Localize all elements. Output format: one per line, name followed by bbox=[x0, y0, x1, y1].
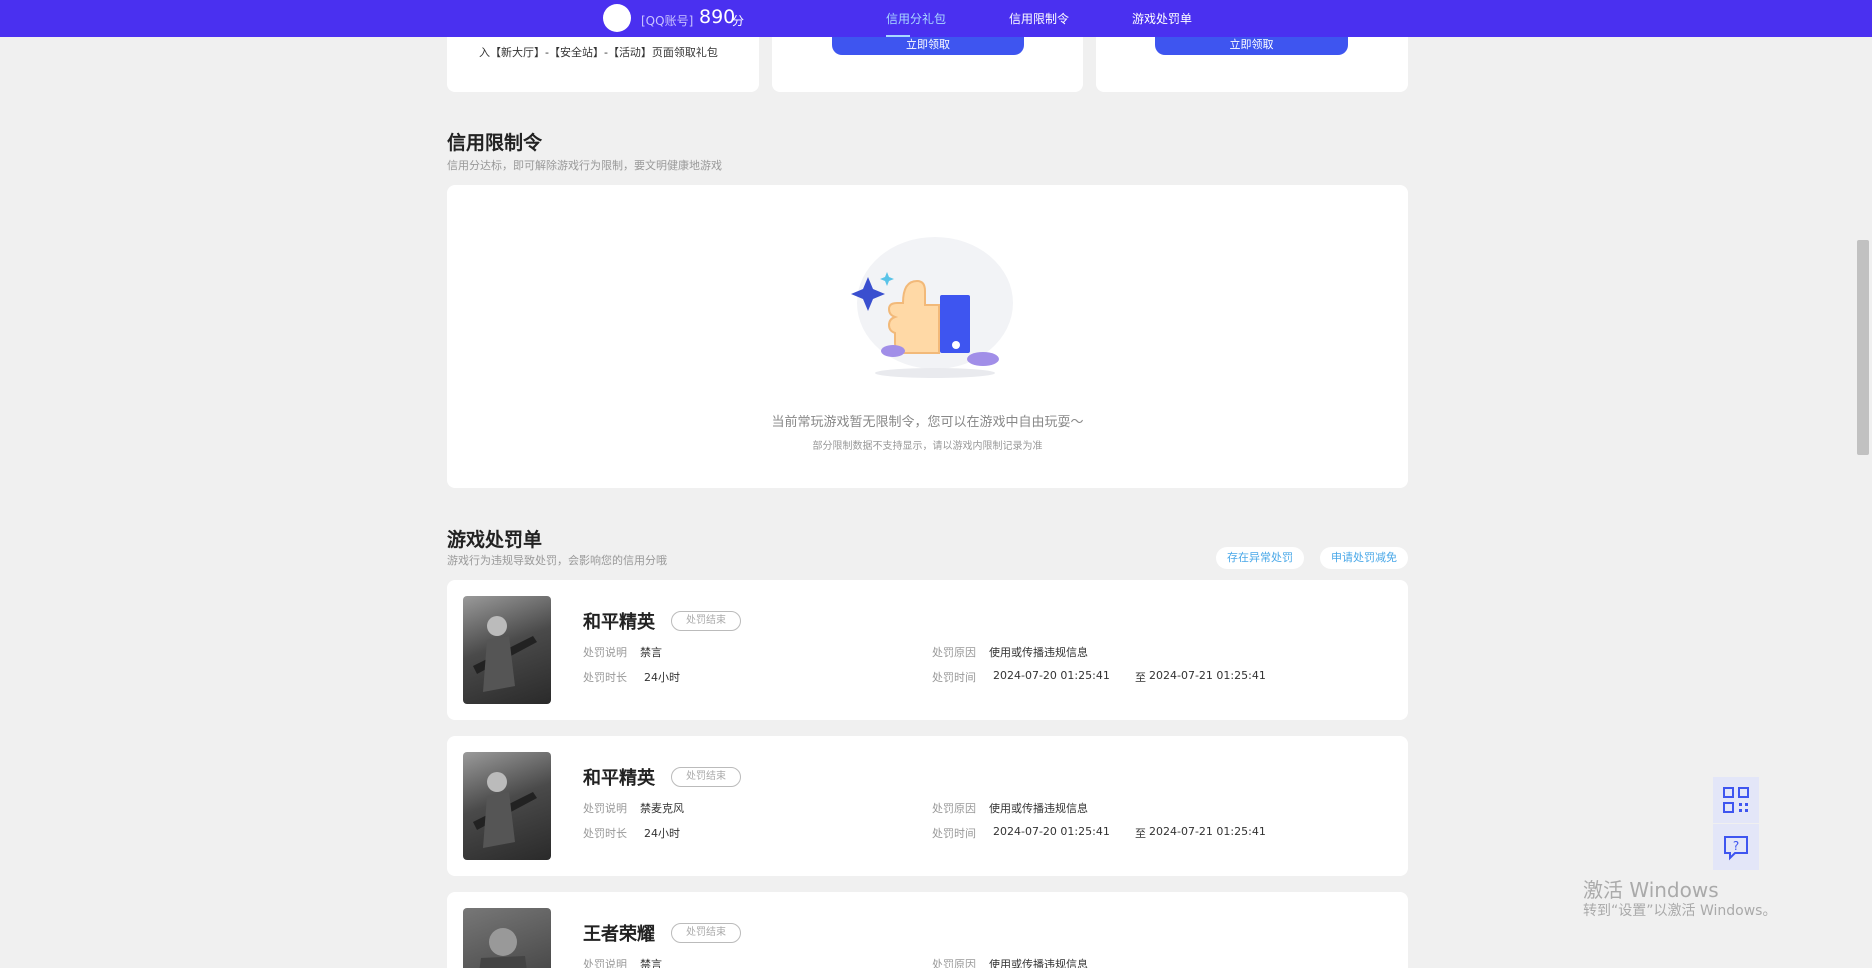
page-scrollbar[interactable] bbox=[1854, 0, 1872, 968]
abnormal-penalty-button[interactable]: 存在异常处罚 bbox=[1216, 547, 1304, 569]
restriction-subtitle: 信用分达标，即可解除游戏行为限制，要文明健康地游戏 bbox=[447, 159, 722, 172]
gift-card-1 bbox=[447, 28, 759, 92]
help-chat-icon: ? bbox=[1724, 836, 1748, 861]
tab-active-indicator bbox=[886, 35, 910, 37]
account-label: [QQ账号] bbox=[641, 14, 694, 28]
user-avatar[interactable] bbox=[603, 4, 631, 32]
duration-value: 24小时 bbox=[644, 827, 680, 840]
penalty-item[interactable]: 和平精英 处罚结束 处罚说明 禁言 处罚时长 24小时 处罚原因 使用或传播违规… bbox=[447, 580, 1408, 720]
reason-label: 处罚原因 bbox=[932, 958, 976, 968]
reason-value: 使用或传播违规信息 bbox=[989, 802, 1088, 815]
duration-value: 24小时 bbox=[644, 671, 680, 684]
restriction-title: 信用限制令 bbox=[447, 132, 543, 154]
penalty-subtitle: 游戏行为违规导致处罚，会影响您的信用分哦 bbox=[447, 554, 667, 567]
duration-label: 处罚时长 bbox=[583, 671, 627, 684]
status-badge: 处罚结束 bbox=[671, 611, 741, 631]
desc-label: 处罚说明 bbox=[583, 958, 627, 968]
reason-value: 使用或传播违规信息 bbox=[989, 958, 1088, 968]
status-badge: 处罚结束 bbox=[671, 923, 741, 943]
desc-label: 处罚说明 bbox=[583, 646, 627, 659]
reason-value: 使用或传播违规信息 bbox=[989, 646, 1088, 659]
reason-label: 处罚原因 bbox=[932, 646, 976, 659]
windows-activation-hint: 转到“设置”以激活 Windows。 bbox=[1583, 903, 1777, 919]
game-name: 和平精英 bbox=[583, 612, 655, 633]
time-end: 2024-07-21 01:25:41 bbox=[1149, 669, 1266, 682]
duration-label: 处罚时长 bbox=[583, 827, 627, 840]
penalty-item[interactable]: 和平精英 处罚结束 处罚说明 禁麦克风 处罚时长 24小时 处罚原因 使用或传播… bbox=[447, 736, 1408, 876]
penalty-item[interactable]: 王者荣耀 处罚结束 处罚说明 禁言 处罚原因 使用或传播违规信息 bbox=[447, 892, 1408, 968]
credit-score: 890 bbox=[699, 6, 736, 28]
gift-card-1-text: 入【新大厅】-【安全站】-【活动】页面领取礼包 bbox=[479, 46, 718, 59]
game-name: 和平精英 bbox=[583, 768, 655, 789]
desc-value: 禁麦克风 bbox=[640, 802, 684, 815]
qr-code-button[interactable] bbox=[1713, 777, 1759, 823]
windows-activation-title: 激活 Windows bbox=[1583, 878, 1719, 902]
qr-code-icon bbox=[1723, 787, 1749, 813]
restriction-empty-message: 当前常玩游戏暂无限制令，您可以在游戏中自由玩耍～ bbox=[771, 415, 1084, 430]
time-to: 至 bbox=[1135, 827, 1146, 840]
desc-label: 处罚说明 bbox=[583, 802, 627, 815]
time-start: 2024-07-20 01:25:41 bbox=[993, 669, 1110, 682]
claim-button-1[interactable]: 立即领取 bbox=[832, 37, 1024, 55]
appeal-penalty-button[interactable]: 申请处罚减免 bbox=[1320, 547, 1408, 569]
time-label: 处罚时间 bbox=[932, 671, 976, 684]
thumbs-up-illustration bbox=[851, 237, 1013, 378]
tab-game-penalty[interactable]: 游戏处罚单 bbox=[1132, 10, 1192, 27]
restriction-empty-note: 部分限制数据不支持显示，请以游戏内限制记录为准 bbox=[812, 441, 1043, 452]
time-start: 2024-07-20 01:25:41 bbox=[993, 825, 1110, 838]
svg-text:?: ? bbox=[1733, 839, 1739, 853]
game-thumbnail bbox=[463, 596, 551, 704]
claim-button-2[interactable]: 立即领取 bbox=[1155, 37, 1348, 55]
game-name: 王者荣耀 bbox=[583, 924, 655, 945]
scrollbar-thumb[interactable] bbox=[1857, 240, 1869, 455]
time-end: 2024-07-21 01:25:41 bbox=[1149, 825, 1266, 838]
help-feedback-button[interactable]: ? bbox=[1713, 824, 1759, 870]
penalty-title: 游戏处罚单 bbox=[447, 529, 543, 551]
desc-value: 禁言 bbox=[640, 958, 662, 968]
game-thumbnail bbox=[463, 752, 551, 860]
tab-credit-restriction[interactable]: 信用限制令 bbox=[1009, 10, 1069, 27]
tab-credit-gift[interactable]: 信用分礼包 bbox=[886, 10, 946, 27]
status-badge: 处罚结束 bbox=[671, 767, 741, 787]
desc-value: 禁言 bbox=[640, 646, 662, 659]
reason-label: 处罚原因 bbox=[932, 802, 976, 815]
game-thumbnail bbox=[463, 908, 551, 968]
time-label: 处罚时间 bbox=[932, 827, 976, 840]
time-to: 至 bbox=[1135, 671, 1146, 684]
credit-score-unit: 分 bbox=[732, 14, 745, 28]
